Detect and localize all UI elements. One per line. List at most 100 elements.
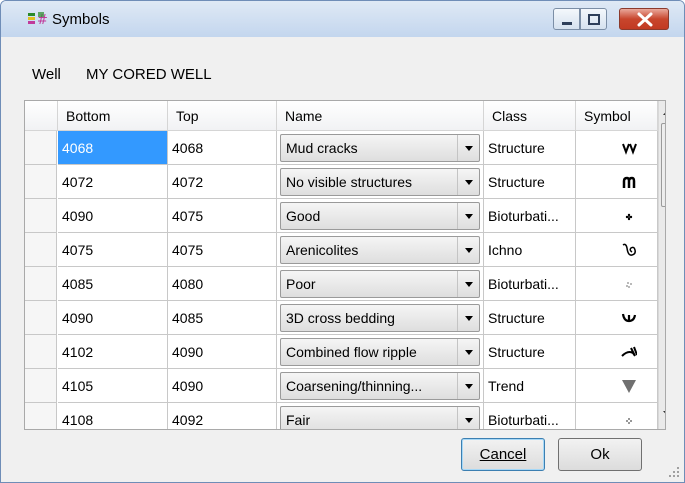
- resize-grip-icon[interactable]: [667, 465, 681, 479]
- cell-top[interactable]: 4085: [168, 301, 277, 335]
- column-header-bottom[interactable]: Bottom: [58, 101, 168, 131]
- cell-top[interactable]: 4090: [168, 369, 277, 403]
- row-header[interactable]: [25, 369, 57, 403]
- name-dropdown[interactable]: Fair: [280, 406, 480, 429]
- name-dropdown[interactable]: No visible structures: [280, 168, 480, 196]
- cell-class[interactable]: Structure: [484, 301, 576, 335]
- row-header[interactable]: [25, 335, 57, 369]
- chevron-down-icon[interactable]: [457, 203, 479, 229]
- cell-class[interactable]: Structure: [484, 335, 576, 369]
- chevron-down-icon[interactable]: [457, 135, 479, 161]
- cell-class[interactable]: Bioturbati...: [484, 403, 576, 429]
- maximize-button[interactable]: [580, 8, 607, 30]
- name-dropdown-value: Fair: [286, 412, 311, 428]
- column-header-symbol[interactable]: Symbol: [576, 101, 658, 131]
- cell-bottom[interactable]: 4075: [58, 233, 168, 267]
- cancel-button[interactable]: Cancel: [461, 438, 545, 471]
- name-dropdown[interactable]: Coarsening/thinning...: [280, 372, 480, 400]
- cell-symbol: [576, 369, 658, 403]
- cell-top[interactable]: 4075: [168, 199, 277, 233]
- good-bioturbation-icon: [621, 208, 637, 227]
- cell-bottom[interactable]: 4090: [58, 199, 168, 233]
- cell-symbol: [576, 267, 658, 301]
- cell-top[interactable]: 4092: [168, 403, 277, 429]
- cell-bottom[interactable]: 4105: [58, 369, 168, 403]
- name-dropdown[interactable]: Poor: [280, 270, 480, 298]
- well-label: Well: [32, 66, 61, 83]
- name-dropdown[interactable]: 3D cross bedding: [280, 304, 480, 332]
- cell-class[interactable]: Ichno: [484, 233, 576, 267]
- chevron-down-icon[interactable]: [457, 169, 479, 195]
- cell-bottom[interactable]: 4068: [58, 131, 168, 165]
- chevron-down-icon[interactable]: [457, 305, 479, 331]
- name-dropdown-value: No visible structures: [286, 174, 413, 190]
- row-header-corner: [25, 101, 58, 131]
- cross-bedding-icon: [621, 310, 637, 329]
- row-header[interactable]: [25, 301, 57, 335]
- cell-class[interactable]: Structure: [484, 131, 576, 165]
- cell-bottom[interactable]: 4090: [58, 301, 168, 335]
- cell-bottom[interactable]: 4072: [58, 165, 168, 199]
- ok-button[interactable]: Ok: [558, 438, 642, 471]
- name-dropdown-value: Poor: [286, 276, 316, 292]
- scrollbar-thumb[interactable]: [661, 123, 666, 208]
- cell-bottom[interactable]: 4102: [58, 335, 168, 369]
- chevron-down-icon[interactable]: [457, 271, 479, 297]
- cell-symbol: [576, 233, 658, 267]
- cell-class[interactable]: Bioturbati...: [484, 267, 576, 301]
- chevron-down-icon[interactable]: [457, 237, 479, 263]
- row-header[interactable]: [25, 403, 57, 429]
- cell-class[interactable]: Bioturbati...: [484, 199, 576, 233]
- cell-top[interactable]: 4072: [168, 165, 277, 199]
- name-dropdown-value: Good: [286, 208, 321, 224]
- name-dropdown[interactable]: Combined flow ripple: [280, 338, 480, 366]
- cell-top[interactable]: 4080: [168, 267, 277, 301]
- cell-symbol: [576, 131, 658, 165]
- cell-top[interactable]: 4090: [168, 335, 277, 369]
- cell-class[interactable]: Structure: [484, 165, 576, 199]
- column-header-top[interactable]: Top: [168, 101, 277, 131]
- name-dropdown[interactable]: Mud cracks: [280, 134, 480, 162]
- symbols-dialog: # Symbols Well MY CORED WELL Bottom Top …: [0, 0, 685, 483]
- grip-lines-icon: [662, 124, 666, 208]
- arenicolites-icon: [621, 242, 637, 261]
- row-header[interactable]: [25, 233, 57, 267]
- down-triangle-icon: [621, 378, 637, 397]
- cell-top[interactable]: 4068: [168, 131, 277, 165]
- title-bar[interactable]: # Symbols: [1, 1, 684, 37]
- cell-class[interactable]: Trend: [484, 369, 576, 403]
- close-button[interactable]: [619, 8, 669, 30]
- cell-bottom[interactable]: 4085: [58, 267, 168, 301]
- mud-cracks-icon: [621, 140, 637, 159]
- cell-top[interactable]: 4075: [168, 233, 277, 267]
- column-header-class[interactable]: Class: [484, 101, 576, 131]
- column-header-name[interactable]: Name: [277, 101, 484, 131]
- name-dropdown-value: 3D cross bedding: [286, 310, 395, 326]
- name-dropdown-value: Coarsening/thinning...: [286, 378, 423, 394]
- well-name: MY CORED WELL: [86, 66, 212, 83]
- row-header[interactable]: [25, 131, 57, 165]
- chevron-down-icon[interactable]: [457, 339, 479, 365]
- close-icon: [637, 12, 653, 27]
- cell-symbol: [576, 165, 658, 199]
- poor-bioturbation-icon: [621, 276, 637, 295]
- row-header[interactable]: [25, 165, 57, 199]
- chevron-down-icon[interactable]: [457, 373, 479, 399]
- vertical-scrollbar[interactable]: [658, 101, 666, 429]
- chevron-down-icon[interactable]: [457, 407, 479, 429]
- symbols-grid: Bottom Top Name Class Symbol 4068 4068 Str…: [24, 100, 666, 430]
- ok-label: Ok: [590, 446, 610, 463]
- cell-symbol: [576, 335, 658, 369]
- cell-symbol: [576, 199, 658, 233]
- maximize-icon: [588, 14, 600, 25]
- cell-bottom[interactable]: 4108: [58, 403, 168, 429]
- name-dropdown[interactable]: Arenicolites: [280, 236, 480, 264]
- row-header[interactable]: [25, 199, 57, 233]
- combined-flow-ripple-icon: [621, 344, 638, 363]
- name-dropdown[interactable]: Good: [280, 202, 480, 230]
- cancel-label: Cancel: [479, 446, 527, 463]
- row-header[interactable]: [25, 267, 57, 301]
- no-visible-structures-icon: [621, 174, 637, 193]
- fair-bioturbation-icon: [621, 412, 637, 429]
- minimize-button[interactable]: [553, 8, 580, 30]
